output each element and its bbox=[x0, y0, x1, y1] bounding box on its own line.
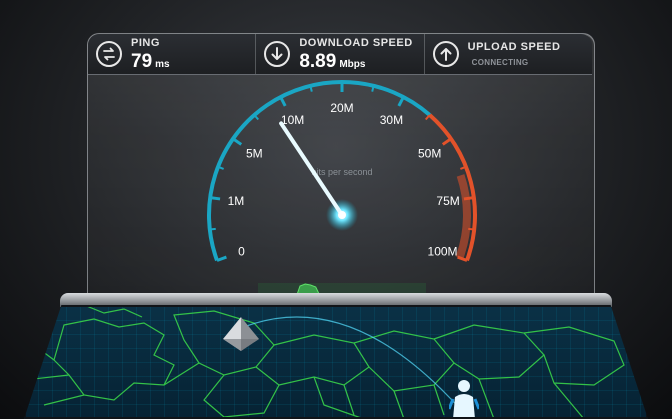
gauge-major-tick bbox=[463, 196, 475, 201]
map-borders bbox=[24, 305, 625, 419]
user-person-icon[interactable] bbox=[449, 379, 479, 419]
gauge-tick-label: 1M bbox=[228, 194, 245, 208]
gauge-major-tick bbox=[397, 96, 405, 107]
gauge-arc-hot-band bbox=[455, 174, 471, 260]
gauge-minor-tick bbox=[209, 227, 216, 231]
gauge-tick-label: 30M bbox=[380, 113, 403, 127]
gauge-tick-label: 0 bbox=[238, 245, 245, 259]
gauge-hub bbox=[338, 211, 346, 219]
server-map[interactable] bbox=[24, 305, 648, 419]
gauge-major-tick bbox=[216, 255, 227, 262]
gauge-tick-label: 5M bbox=[246, 147, 263, 161]
gauge-minor-tick bbox=[309, 85, 313, 92]
gauge-major-tick bbox=[232, 137, 243, 146]
gauge-major-tick bbox=[457, 255, 468, 262]
gauge-tick-label: 50M bbox=[418, 147, 441, 161]
gauge-unit-label: bits per second bbox=[311, 167, 372, 177]
gauge-tick-labels: 01M5M10M20M30M50M75M100M bbox=[228, 101, 460, 259]
speedtest-app: PING 79 ms DOWNLOAD SPEED 8.89 Mbps UPLO… bbox=[0, 0, 672, 419]
map-tray-rim bbox=[60, 293, 612, 307]
gauge-tick-label: 20M bbox=[330, 101, 353, 115]
server-pyramid-icon[interactable] bbox=[221, 315, 261, 355]
gauge-minor-tick bbox=[371, 85, 375, 92]
gauge-major-tick bbox=[279, 96, 287, 107]
gauge-needle bbox=[279, 121, 358, 231]
gauge-minor-tick bbox=[468, 227, 475, 231]
gauge-tick-label: 75M bbox=[436, 194, 459, 208]
gauge-major-tick bbox=[441, 137, 452, 146]
gauge-tick-label: 100M bbox=[428, 245, 458, 259]
gauge-major-tick bbox=[209, 196, 221, 201]
